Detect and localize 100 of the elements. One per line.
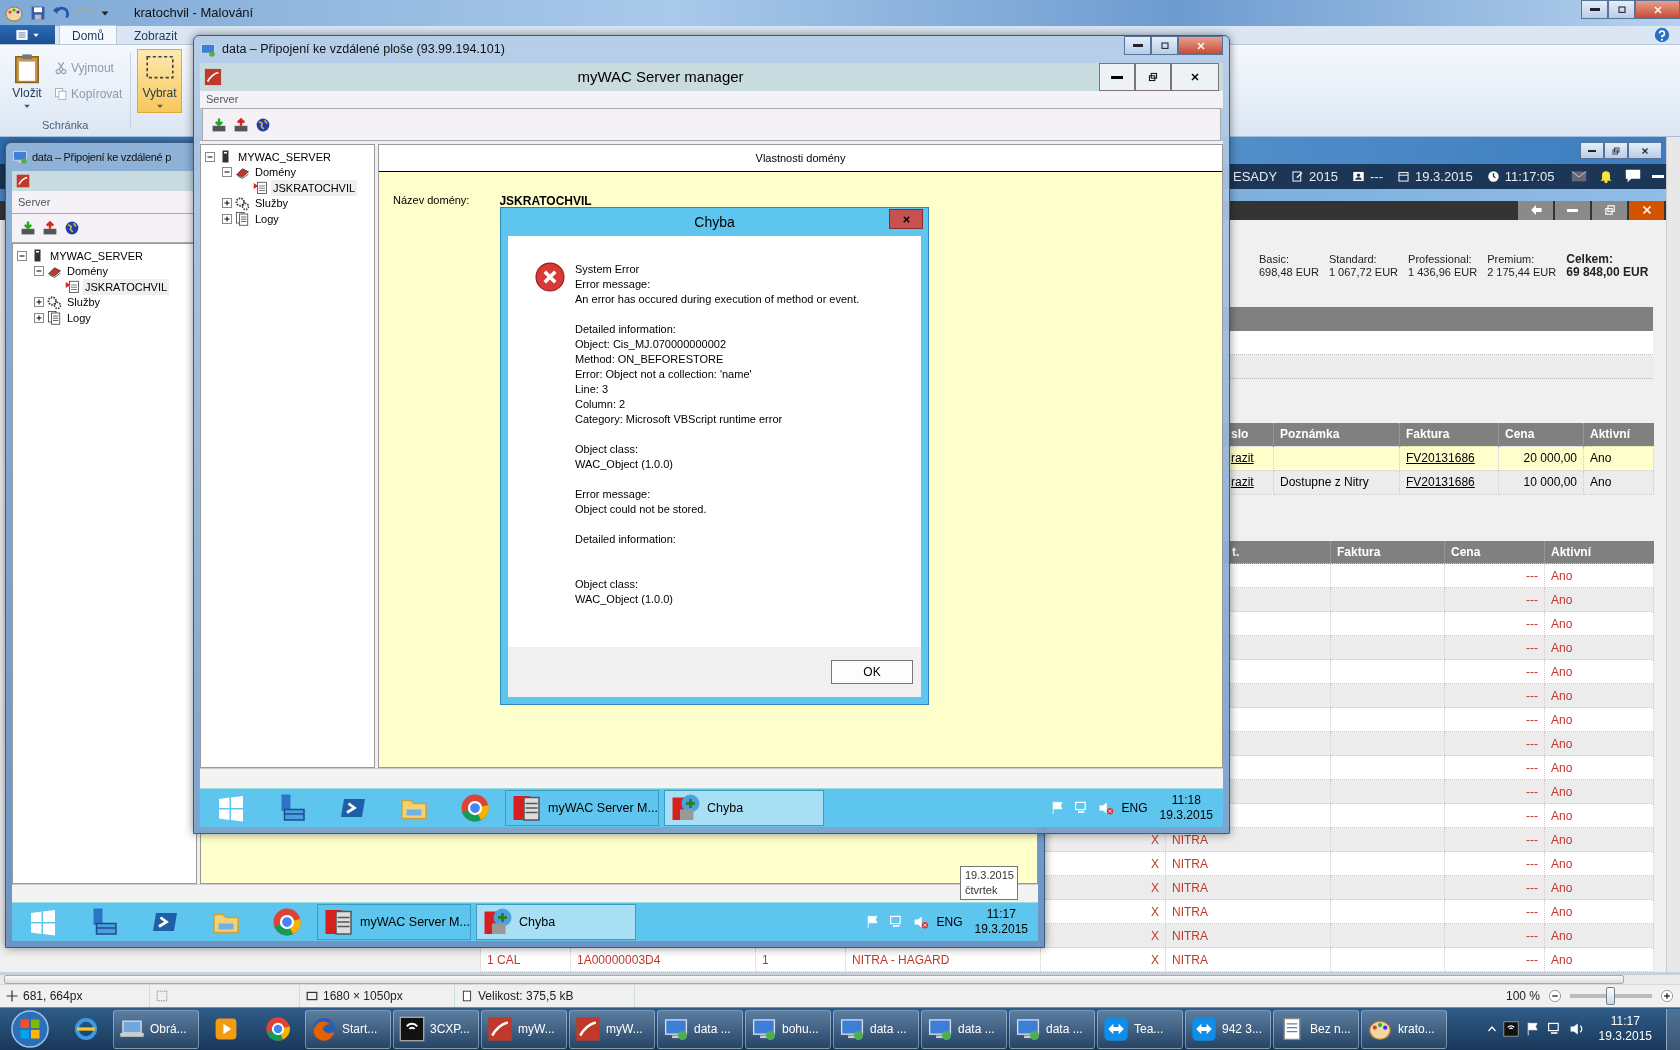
vertical-scrollbar[interactable] bbox=[1666, 137, 1680, 972]
horizontal-scrollbar[interactable] bbox=[4, 975, 1624, 984]
speaker-muted-icon[interactable] bbox=[1097, 800, 1114, 816]
tree-item[interactable]: Logy bbox=[253, 210, 281, 227]
document-icon bbox=[65, 279, 80, 295]
ok-button[interactable]: OK bbox=[831, 660, 913, 684]
globe-icon[interactable] bbox=[255, 116, 271, 133]
help-icon[interactable] bbox=[1654, 27, 1670, 43]
tree-item[interactable]: Domény bbox=[65, 263, 110, 280]
slider-thumb[interactable] bbox=[1606, 987, 1615, 1005]
start-orb-icon[interactable] bbox=[10, 1010, 49, 1048]
clock[interactable]: 11:17 19.3.2015 bbox=[970, 907, 1032, 937]
restore-button[interactable] bbox=[1135, 63, 1171, 91]
expander-icon[interactable] bbox=[222, 213, 232, 224]
column-header: Poznámka bbox=[1273, 423, 1400, 446]
tree-item[interactable]: MYWAC_SERVER bbox=[48, 247, 145, 264]
taskbar-button[interactable]: data ... bbox=[833, 1009, 919, 1049]
tree-item[interactable]: Domény bbox=[253, 164, 298, 181]
tree-item[interactable]: Logy bbox=[65, 309, 93, 326]
language-indicator[interactable]: ENG bbox=[1121, 799, 1148, 817]
show-desktop-button[interactable] bbox=[1666, 1008, 1680, 1050]
minimize-button[interactable] bbox=[1580, 142, 1604, 159]
table-cell: --- bbox=[1444, 851, 1545, 876]
taskbar-button[interactable]: myWAC Server M... bbox=[317, 904, 471, 940]
link[interactable]: razit bbox=[1231, 450, 1254, 465]
menu-item[interactable]: Server bbox=[18, 193, 51, 211]
language-indicator[interactable]: ENG bbox=[936, 913, 963, 931]
globe-icon[interactable] bbox=[64, 220, 80, 236]
maximize-icon bbox=[1158, 39, 1171, 52]
table-cell: Ano bbox=[1544, 899, 1654, 924]
toolbar-text[interactable]: --- bbox=[1370, 166, 1383, 187]
table-cell: 1 CAL bbox=[480, 947, 571, 972]
taskbar-button[interactable]: data ... bbox=[921, 1009, 1007, 1049]
taskbar-button[interactable]: myW... bbox=[481, 1009, 567, 1049]
taskbar-button[interactable]: Obrá... bbox=[113, 1009, 199, 1049]
toolbar-text[interactable]: ESADY bbox=[1233, 166, 1278, 187]
minimize-button[interactable] bbox=[1581, 0, 1608, 19]
close-button[interactable] bbox=[1178, 36, 1223, 55]
table-cell: Ano bbox=[1544, 803, 1654, 828]
ribbon-tab[interactable]: Domů bbox=[59, 25, 117, 44]
taskbar-button[interactable]: myWAC Server M... bbox=[505, 790, 659, 826]
speaker-muted-icon[interactable] bbox=[912, 914, 929, 930]
color-wheel-icon[interactable] bbox=[459, 793, 490, 823]
taskbar-button[interactable]: myW... bbox=[569, 1009, 655, 1049]
expander-icon[interactable] bbox=[34, 297, 44, 308]
upload-icon[interactable] bbox=[233, 116, 249, 133]
taskbar-button[interactable]: 942 3... bbox=[1185, 1009, 1271, 1049]
taskbar-button[interactable]: Chyba bbox=[664, 790, 824, 826]
minimize-icon[interactable] bbox=[1652, 174, 1665, 178]
table-cell: Ano bbox=[1544, 947, 1654, 972]
menu-item[interactable]: Server bbox=[206, 91, 239, 108]
swoosh-icon bbox=[16, 174, 30, 188]
tree-item[interactable]: JSKRATOCHVIL bbox=[83, 278, 170, 295]
tree-item[interactable]: MYWAC_SERVER bbox=[236, 148, 333, 165]
clock[interactable]: 11:17 19.3.2015 bbox=[1590, 1014, 1660, 1044]
taskbar-button[interactable]: data ... bbox=[1009, 1009, 1095, 1049]
close-button[interactable] bbox=[1171, 63, 1219, 91]
expander-icon[interactable] bbox=[222, 198, 232, 209]
show-hidden-icons-icon[interactable] bbox=[1486, 1024, 1497, 1034]
field-label: Název domény: bbox=[393, 193, 470, 208]
minimize-button[interactable] bbox=[1124, 36, 1151, 55]
maximize-button[interactable] bbox=[1608, 0, 1635, 19]
download-icon[interactable] bbox=[211, 116, 227, 133]
taskbar-button[interactable]: krato... bbox=[1361, 1009, 1447, 1049]
taskbar-button[interactable]: data ... bbox=[657, 1009, 743, 1049]
close-button[interactable] bbox=[1635, 0, 1680, 19]
speaker-icon[interactable] bbox=[1568, 1021, 1585, 1037]
save-icon[interactable] bbox=[30, 5, 46, 21]
upload-icon[interactable] bbox=[42, 220, 58, 236]
column-header: Aktivní bbox=[1583, 423, 1654, 446]
clock[interactable]: 11:18 19.3.2015 bbox=[1155, 793, 1217, 823]
taskbar-button[interactable]: bohu... bbox=[745, 1009, 831, 1049]
toolbar-text[interactable]: 2015 bbox=[1309, 166, 1338, 187]
message-text: Detailed information: Object: Cis_MJ.070000000002 Method: ON_BEFORESTORE Error: Object not a collection: 'name' Line: 3 Column: 2 Category: Microsoft VBScript runtime error bbox=[575, 322, 784, 427]
ribbon-tab[interactable]: Zobrazit bbox=[121, 25, 191, 44]
paste-button[interactable]: Vložit bbox=[6, 49, 48, 113]
toolbar-text[interactable]: 19.3.2015 bbox=[1415, 166, 1473, 187]
close-button[interactable] bbox=[1628, 142, 1662, 159]
maximize-button[interactable] bbox=[1151, 36, 1178, 55]
taskbar-button[interactable]: Start... bbox=[305, 1009, 391, 1049]
color-wheel-icon[interactable] bbox=[271, 907, 302, 937]
signal-icon[interactable] bbox=[1502, 1021, 1519, 1037]
taskbar-button[interactable]: Bez n... bbox=[1273, 1009, 1359, 1049]
file-menu-button[interactable] bbox=[0, 25, 55, 44]
summary-value: 1 067,72 EUR bbox=[1328, 266, 1399, 279]
tree-item[interactable]: Služby bbox=[65, 294, 103, 311]
tree-item[interactable]: JSKRATOCHVIL bbox=[271, 179, 358, 196]
zoom-in-icon[interactable] bbox=[1660, 989, 1674, 1003]
link[interactable]: razit bbox=[1231, 474, 1254, 489]
minimize-button[interactable] bbox=[1099, 63, 1135, 91]
taskbar-button[interactable]: Chyba bbox=[476, 904, 636, 940]
play-icon bbox=[213, 1016, 239, 1042]
toolbar-text[interactable]: 11:17:05 bbox=[1504, 166, 1555, 187]
tree-item[interactable]: Služby bbox=[253, 195, 291, 212]
taskbar-button[interactable]: Tea... bbox=[1097, 1009, 1183, 1049]
taskbar-button[interactable]: 3CXP... bbox=[393, 1009, 479, 1049]
expander-icon[interactable] bbox=[34, 312, 44, 323]
select-button[interactable]: Vybrat bbox=[137, 49, 182, 113]
zoom-out-icon[interactable] bbox=[1548, 989, 1562, 1003]
download-icon[interactable] bbox=[20, 220, 36, 236]
